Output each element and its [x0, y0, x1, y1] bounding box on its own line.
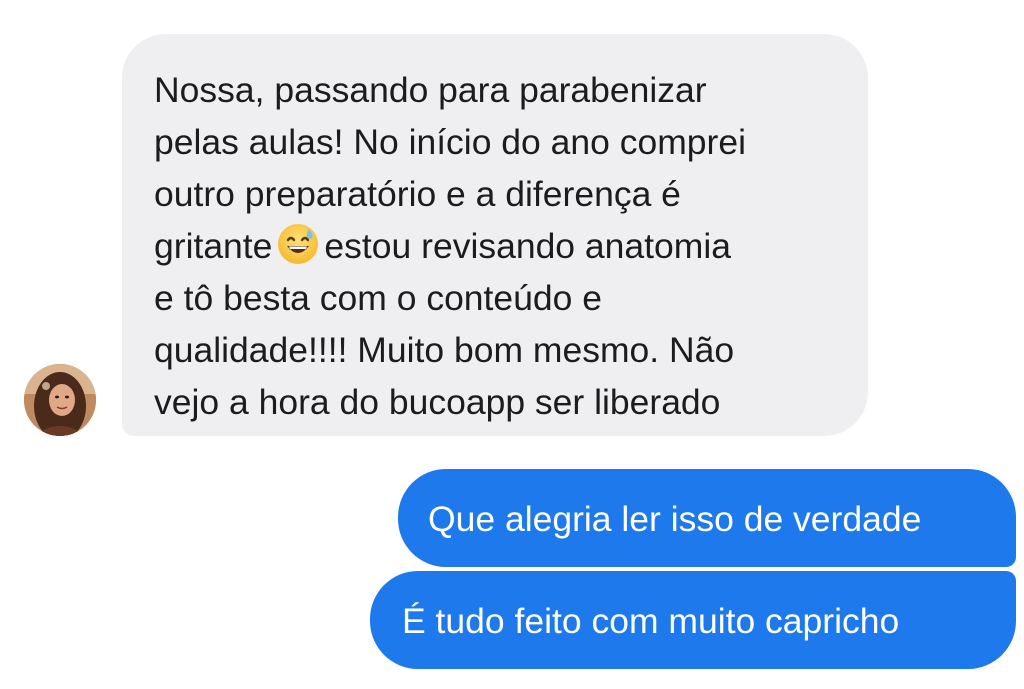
message-text: estou revisando anatomia [324, 226, 731, 266]
avatar-photo [24, 364, 96, 436]
message-line: vejo a hora do bucoapp ser liberado [154, 382, 721, 422]
message-line: qualidade!!!! Muito bom mesmo. Não [154, 330, 735, 370]
message-line: outro preparatório e a diferença é [154, 174, 681, 214]
sender-avatar[interactable] [24, 364, 96, 436]
message-text: Que alegria ler isso de verdade [428, 499, 922, 539]
message-text: gritante [154, 226, 273, 266]
incoming-message-bubble[interactable]: Nossa, passando para parabenizar pelas a… [122, 34, 868, 436]
outgoing-message-bubble[interactable]: É tudo feito com muito capricho [370, 571, 1016, 669]
message-text: É tudo feito com muito capricho [402, 601, 900, 641]
outgoing-message-bubble[interactable]: Que alegria ler isso de verdade [398, 469, 1016, 567]
message-line: Nossa, passando para parabenizar [154, 70, 707, 110]
grinning-face-with-sweat-icon [276, 222, 320, 266]
chat-thread: Nossa, passando para parabenizar pelas a… [0, 0, 1024, 689]
message-line: e tô besta com o conteúdo e [154, 278, 602, 318]
message-line-with-emoji: gritante estou revisando anatomia [154, 220, 840, 272]
message-line: pelas aulas! No início do ano comprei [154, 122, 747, 162]
